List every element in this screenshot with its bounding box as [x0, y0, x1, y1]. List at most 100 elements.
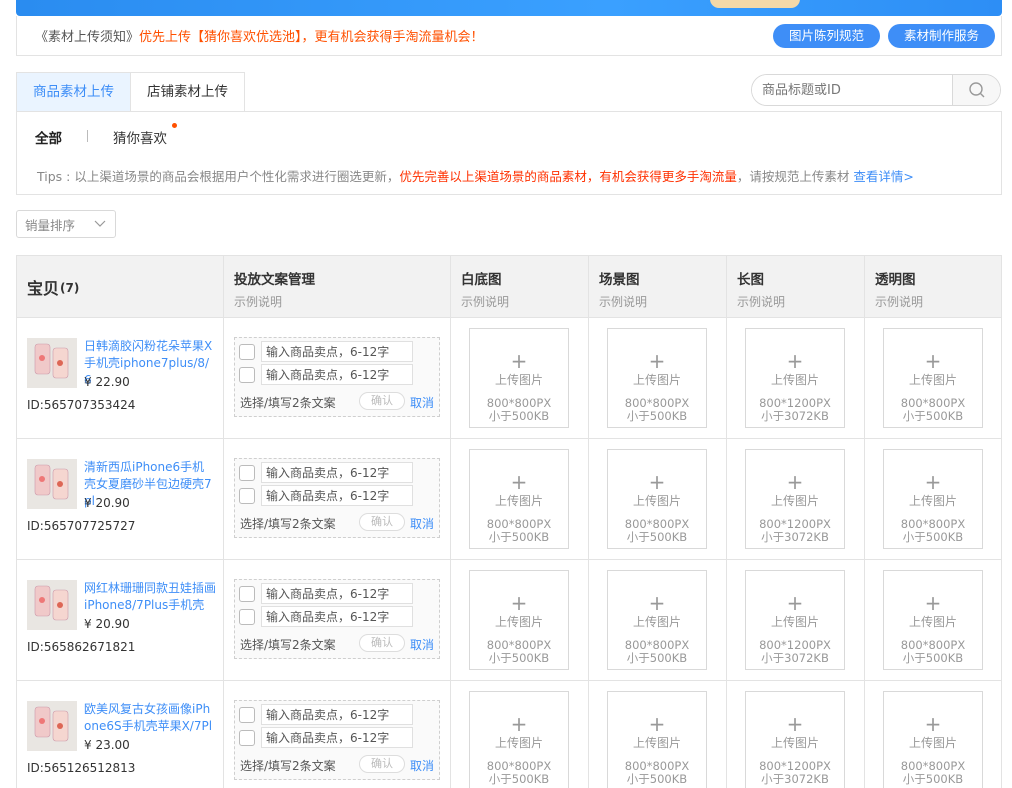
upload-limit: 小于3072KB	[761, 409, 829, 423]
confirm-button[interactable]: 确认	[359, 392, 405, 410]
copy-input-1[interactable]	[261, 341, 413, 362]
copy-input-2[interactable]	[261, 364, 413, 385]
tab-product-material[interactable]: 商品素材上传	[16, 72, 130, 112]
white-bg-cell: + 上传图片 800*800PX 小于500KB	[451, 318, 589, 438]
copy-cell: 选择/填写2条文案 确认 取消	[224, 560, 451, 680]
search-input[interactable]	[752, 75, 952, 105]
upload-limit: 小于500KB	[902, 530, 964, 544]
header-scene-example[interactable]: 示例说明	[599, 293, 726, 310]
product-name-link[interactable]: 网红林珊珊同款丑娃插画iPhone8/7Plus手机壳	[84, 580, 216, 614]
top-banner	[16, 0, 1002, 16]
copy-input-1[interactable]	[261, 704, 413, 725]
upload-label: 上传图片	[494, 736, 543, 750]
copy-checkbox-2[interactable]	[239, 366, 255, 383]
view-details-link[interactable]: 查看详情>	[853, 169, 913, 184]
confirm-button[interactable]: 确认	[359, 513, 405, 531]
upload-label: 上传图片	[494, 615, 543, 629]
material-service-button[interactable]: 素材制作服务	[887, 24, 995, 48]
upload-label: 上传图片	[494, 373, 543, 387]
header-long-example[interactable]: 示例说明	[737, 293, 864, 310]
copy-line-1	[239, 341, 413, 362]
header-white-bg: 白底图 示例说明	[451, 256, 589, 317]
upload-label: 上传图片	[908, 736, 957, 750]
confirm-button[interactable]: 确认	[359, 755, 405, 773]
copy-checkbox-2[interactable]	[239, 608, 255, 625]
copy-hint: 选择/填写2条文案	[240, 517, 336, 531]
sort-label: 销量排序	[25, 217, 76, 233]
confirm-button[interactable]: 确认	[359, 634, 405, 652]
upload-scene-button[interactable]: + 上传图片 800*800PX 小于500KB	[607, 449, 707, 549]
upload-scene-button[interactable]: + 上传图片 800*800PX 小于500KB	[607, 570, 707, 670]
upload-transparent-button[interactable]: + 上传图片 800*800PX 小于500KB	[883, 691, 983, 788]
upload-label: 上传图片	[770, 615, 819, 629]
copy-checkbox-1[interactable]	[239, 464, 255, 481]
upload-white-bg-button[interactable]: + 上传图片 800*800PX 小于500KB	[469, 570, 569, 670]
display-rules-button[interactable]: 图片陈列规范	[772, 24, 880, 48]
upload-transparent-button[interactable]: + 上传图片 800*800PX 小于500KB	[883, 570, 983, 670]
scene-cell: + 上传图片 800*800PX 小于500KB	[589, 560, 727, 680]
upload-scene-button[interactable]: + 上传图片 800*800PX 小于500KB	[607, 328, 707, 428]
upload-limit: 小于500KB	[902, 651, 964, 665]
plus-icon: +	[510, 470, 528, 494]
cancel-button[interactable]: 取消	[410, 757, 434, 774]
copy-input-1[interactable]	[261, 462, 413, 483]
copy-editor: 选择/填写2条文案 确认 取消	[234, 579, 440, 659]
upload-transparent-button[interactable]: + 上传图片 800*800PX 小于500KB	[883, 328, 983, 428]
copy-checkbox-1[interactable]	[239, 706, 255, 723]
copy-checkbox-1[interactable]	[239, 585, 255, 602]
copy-line-2	[239, 364, 413, 385]
copy-input-1[interactable]	[261, 583, 413, 604]
sort-dropdown[interactable]: 销量排序	[16, 210, 116, 238]
upload-transparent-button[interactable]: + 上传图片 800*800PX 小于500KB	[883, 449, 983, 549]
upload-label: 上传图片	[494, 494, 543, 508]
upload-label: 上传图片	[632, 373, 681, 387]
upload-long-button[interactable]: + 上传图片 800*1200PX 小于3072KB	[745, 449, 845, 549]
notice-prefix[interactable]: 《素材上传须知》	[35, 26, 139, 45]
upload-scene-button[interactable]: + 上传图片 800*800PX 小于500KB	[607, 691, 707, 788]
cancel-button[interactable]: 取消	[410, 394, 434, 411]
copy-input-2[interactable]	[261, 606, 413, 627]
header-transparent-example[interactable]: 示例说明	[875, 293, 1001, 310]
category-all[interactable]: 全部	[35, 127, 62, 147]
header-copy-example[interactable]: 示例说明	[234, 293, 450, 310]
copy-checkbox-2[interactable]	[239, 487, 255, 504]
cancel-button[interactable]: 取消	[410, 636, 434, 653]
copy-hint: 选择/填写2条文案	[240, 638, 336, 652]
copy-cell: 选择/填写2条文案 确认 取消	[224, 318, 451, 438]
product-thumbnail[interactable]	[27, 580, 77, 630]
cancel-button[interactable]: 取消	[410, 515, 434, 532]
product-cell: 清新西瓜iPhone6手机壳女夏磨砂半包边硬壳7pl ¥ 20.90 ID:56…	[17, 439, 224, 559]
product-cell: 欧美风复古女孩画像iPhone6S手机壳苹果X/7Pl ¥ 23.00 ID:5…	[17, 681, 224, 788]
copy-line-1	[239, 462, 413, 483]
header-white-example[interactable]: 示例说明	[461, 293, 588, 310]
upload-limit: 小于500KB	[626, 772, 688, 786]
tab-shop-material[interactable]: 店铺素材上传	[130, 72, 245, 112]
category-guess-you-like[interactable]: 猜你喜欢	[113, 127, 167, 147]
search-button[interactable]	[952, 75, 1000, 105]
upload-long-button[interactable]: + 上传图片 800*1200PX 小于3072KB	[745, 691, 845, 788]
plus-icon: +	[924, 470, 942, 494]
copy-input-2[interactable]	[261, 727, 413, 748]
product-thumbnail[interactable]	[27, 338, 77, 388]
header-scene-label: 场景图	[599, 272, 640, 288]
copy-input-2[interactable]	[261, 485, 413, 506]
plus-icon: +	[786, 591, 804, 615]
search-box	[751, 74, 1001, 106]
upload-long-button[interactable]: + 上传图片 800*1200PX 小于3072KB	[745, 570, 845, 670]
upload-limit: 小于500KB	[488, 409, 550, 423]
header-transparent: 透明图 示例说明	[865, 256, 1001, 317]
product-price: ¥ 22.90	[84, 375, 130, 389]
upload-label: 上传图片	[908, 494, 957, 508]
product-name-link[interactable]: 欧美风复古女孩画像iPhone6S手机壳苹果X/7Pl	[84, 701, 216, 735]
transparent-cell: + 上传图片 800*800PX 小于500KB	[865, 560, 1001, 680]
product-thumbnail[interactable]	[27, 459, 77, 509]
product-id: ID:565862671821	[27, 640, 136, 654]
copy-checkbox-1[interactable]	[239, 343, 255, 360]
upload-white-bg-button[interactable]: + 上传图片 800*800PX 小于500KB	[469, 691, 569, 788]
upload-white-bg-button[interactable]: + 上传图片 800*800PX 小于500KB	[469, 449, 569, 549]
upload-long-button[interactable]: + 上传图片 800*1200PX 小于3072KB	[745, 328, 845, 428]
plus-icon: +	[510, 591, 528, 615]
copy-checkbox-2[interactable]	[239, 729, 255, 746]
product-thumbnail[interactable]	[27, 701, 77, 751]
upload-white-bg-button[interactable]: + 上传图片 800*800PX 小于500KB	[469, 328, 569, 428]
